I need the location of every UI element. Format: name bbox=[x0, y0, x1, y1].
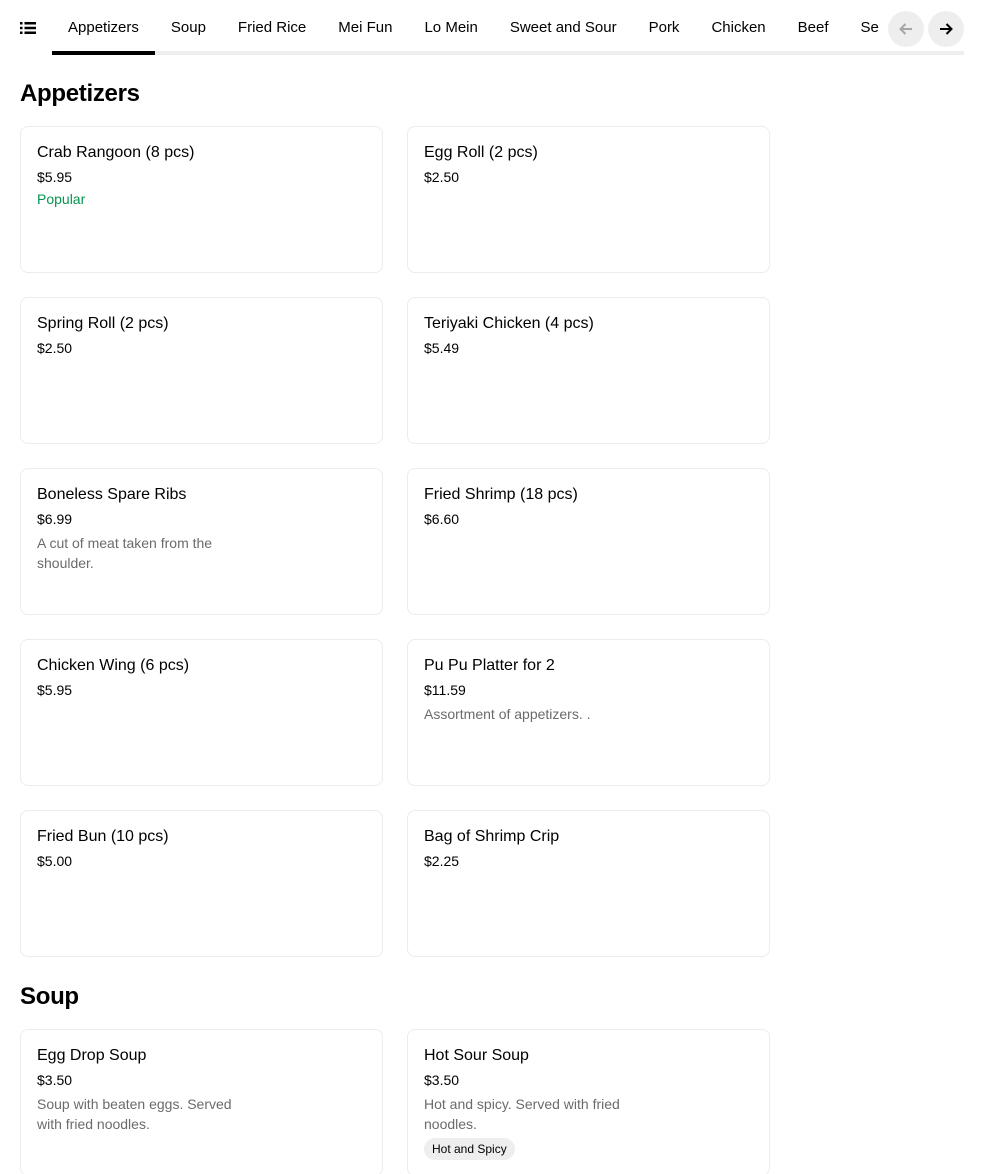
item-grid: Crab Rangoon (8 pcs) $5.95 Popular Egg Roll… bbox=[20, 126, 770, 957]
item-description: Hot and spicy. Served with fried noodles… bbox=[424, 1096, 620, 1132]
item-price: $3.50 bbox=[37, 1072, 73, 1088]
scroll-left-button[interactable] bbox=[888, 11, 924, 47]
menu-item-card[interactable]: Chicken Wing (6 pcs) $5.95 bbox=[20, 639, 383, 786]
item-name: Egg Drop Soup bbox=[37, 1047, 147, 1064]
menu-item-card[interactable]: Teriyaki Chicken (4 pcs) $5.49 bbox=[407, 297, 770, 444]
tab-fried-rice[interactable]: Fried Rice bbox=[222, 0, 322, 55]
tab-pork[interactable]: Pork bbox=[633, 0, 696, 55]
category-nav: Appetizers Soup Fried Rice Mei Fun Lo Mein Sw… bbox=[0, 0, 984, 56]
item-price: $2.50 bbox=[424, 169, 460, 185]
tab-se[interactable]: Se bbox=[845, 0, 885, 55]
section-title: Appetizers bbox=[20, 80, 140, 107]
item-price: $2.50 bbox=[37, 340, 73, 356]
item-description: Soup with beaten eggs. Served with fried… bbox=[37, 1096, 232, 1132]
item-name: Hot Sour Soup bbox=[424, 1047, 529, 1064]
arrow-left-icon bbox=[897, 20, 915, 38]
menu-item-card[interactable]: Fried Bun (10 pcs) $5.00 bbox=[20, 810, 383, 957]
menu-item-card[interactable]: Crab Rangoon (8 pcs) $5.95 Popular bbox=[20, 126, 383, 273]
tab-mei-fun[interactable]: Mei Fun bbox=[322, 0, 408, 55]
item-name: Chicken Wing (6 pcs) bbox=[37, 657, 190, 674]
item-price: $6.99 bbox=[37, 511, 73, 527]
tab-lo-mein[interactable]: Lo Mein bbox=[408, 0, 493, 55]
item-name: Spring Roll (2 pcs) bbox=[37, 315, 169, 332]
section-title: Soup bbox=[20, 983, 79, 1010]
menu-item-card[interactable]: Fried Shrimp (18 pcs) $6.60 bbox=[407, 468, 770, 615]
menu-item-card[interactable]: Egg Drop Soup $3.50 Soup with beaten eggs.… bbox=[20, 1029, 383, 1174]
category-tabs: Appetizers Soup Fried Rice Mei Fun Lo Mein Sw… bbox=[52, 0, 884, 56]
tab-appetizers[interactable]: Appetizers bbox=[52, 0, 155, 55]
item-description: Assortment of appetizers. . bbox=[424, 706, 591, 722]
section-soup: Soup Egg Drop Soup $3.50 Soup with beaten … bbox=[20, 983, 770, 1174]
item-name: Bag of Shrimp Crip bbox=[424, 828, 560, 845]
menu-item-card[interactable]: Pu Pu Platter for 2 $11.59 Assortment of a… bbox=[407, 639, 770, 786]
item-price: $5.95 bbox=[37, 682, 73, 698]
item-name: Fried Bun (10 pcs) bbox=[37, 828, 169, 845]
item-price: $5.49 bbox=[424, 340, 460, 356]
popular-badge: Popular bbox=[37, 191, 86, 207]
item-name: Pu Pu Platter for 2 bbox=[424, 657, 555, 674]
menu-item-card[interactable]: Egg Roll (2 pcs) $2.50 bbox=[407, 126, 770, 273]
item-name: Egg Roll (2 pcs) bbox=[424, 144, 538, 161]
arrow-right-icon bbox=[937, 20, 955, 38]
dietary-tag: Hot and Spicy bbox=[424, 1138, 515, 1160]
tab-sweet-and-sour[interactable]: Sweet and Sour bbox=[494, 0, 633, 55]
item-price: $2.25 bbox=[424, 853, 460, 869]
item-name: Crab Rangoon (8 pcs) bbox=[37, 144, 195, 161]
item-name: Boneless Spare Ribs bbox=[37, 486, 187, 503]
menu-item-card[interactable]: Bag of Shrimp Crip $2.25 bbox=[407, 810, 770, 957]
scroll-right-button[interactable] bbox=[928, 11, 964, 47]
item-price: $5.95 bbox=[37, 169, 73, 185]
tabs-track: Appetizers Soup Fried Rice Mei Fun Lo Mein Sw… bbox=[52, 0, 884, 55]
menu-item-card[interactable]: Hot Sour Soup $3.50 Hot and spicy. Served … bbox=[407, 1029, 770, 1174]
item-name: Teriyaki Chicken (4 pcs) bbox=[424, 315, 594, 332]
item-price: $11.59 bbox=[424, 682, 466, 698]
menu-page: Appetizers Soup Fried Rice Mei Fun Lo Mein Sw… bbox=[0, 0, 984, 1174]
tab-beef[interactable]: Beef bbox=[782, 0, 845, 55]
list-icon[interactable] bbox=[16, 16, 40, 40]
item-price: $3.50 bbox=[424, 1072, 460, 1088]
item-description: A cut of meat taken from the shoulder. bbox=[37, 535, 213, 571]
menu-item-card[interactable]: Boneless Spare Ribs $6.99 A cut of meat ta… bbox=[20, 468, 383, 615]
item-price: $5.00 bbox=[37, 853, 73, 869]
section-appetizers: Appetizers Crab Rangoon (8 pcs) $5.95 Popu… bbox=[20, 80, 770, 957]
menu-item-card[interactable]: Spring Roll (2 pcs) $2.50 bbox=[20, 297, 383, 444]
tab-chicken[interactable]: Chicken bbox=[695, 0, 781, 55]
item-name: Fried Shrimp (18 pcs) bbox=[424, 486, 578, 503]
item-price: $6.60 bbox=[424, 511, 460, 527]
item-grid: Egg Drop Soup $3.50 Soup with beaten eggs.… bbox=[20, 1029, 770, 1174]
tab-soup[interactable]: Soup bbox=[155, 0, 222, 55]
